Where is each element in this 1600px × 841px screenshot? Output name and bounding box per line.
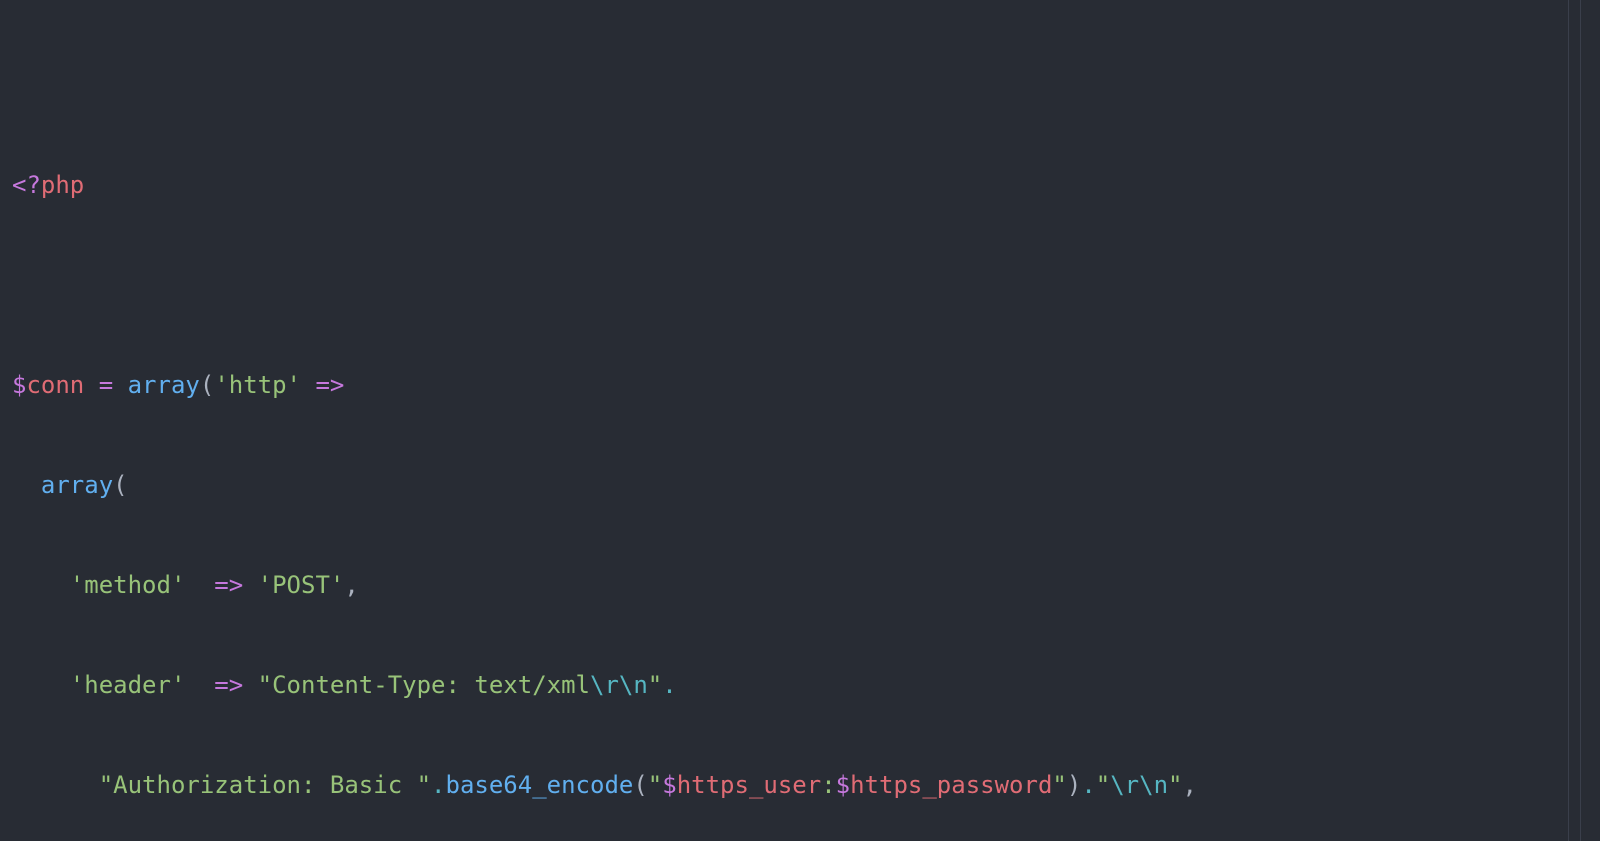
code-line: $conn = array('http' => — [12, 360, 1588, 410]
code-line: "Authorization: Basic ".base64_encode("$… — [12, 760, 1588, 810]
code-line: 'header' => "Content-Type: text/xml\r\n"… — [12, 660, 1588, 710]
variable: https_password — [850, 771, 1052, 799]
string: "Authorization: Basic " — [99, 771, 431, 799]
escape-sequence: \r\n — [590, 671, 648, 699]
code-line — [12, 260, 1588, 310]
string: 'http' — [214, 371, 301, 399]
function: base64_encode — [446, 771, 634, 799]
space — [243, 571, 257, 599]
code-line: <?php — [12, 160, 1588, 210]
variable: conn — [26, 371, 84, 399]
indent — [12, 771, 99, 799]
punctuation: , — [1182, 771, 1196, 799]
string: 'POST' — [258, 571, 345, 599]
operator-arrow: => — [301, 371, 344, 399]
punctuation: ( — [200, 371, 214, 399]
var-sigil: $ — [836, 771, 850, 799]
string: 'header' — [70, 671, 186, 699]
escape-sequence: \r\n — [1110, 771, 1168, 799]
string: " — [648, 671, 662, 699]
function: array — [41, 471, 113, 499]
string: "Content-Type: text/xml — [258, 671, 590, 699]
code-line: 'method' => 'POST', — [12, 560, 1588, 610]
indent — [12, 571, 70, 599]
string-quote: " — [648, 771, 662, 799]
php-open-tag: <? — [12, 171, 41, 199]
variable: https_user — [677, 771, 822, 799]
string-quote: " — [1052, 771, 1066, 799]
string-quote: " — [1096, 771, 1110, 799]
punctuation: ( — [113, 471, 127, 499]
string-quote: " — [1168, 771, 1182, 799]
operator-concat: . — [431, 771, 445, 799]
operator-arrow: => — [214, 571, 243, 599]
operator-concat: . — [662, 671, 676, 699]
string: 'method' — [70, 571, 186, 599]
punctuation: ) — [1067, 771, 1081, 799]
code-editor[interactable]: <?php $conn = array('http' => array( 'me… — [0, 0, 1600, 841]
var-sigil: $ — [662, 771, 676, 799]
operator-concat: . — [1081, 771, 1095, 799]
editor-ruler — [1580, 0, 1581, 841]
php-keyword: php — [41, 171, 84, 199]
function: array — [128, 371, 200, 399]
space — [185, 671, 214, 699]
punctuation: ( — [633, 771, 647, 799]
space — [243, 671, 257, 699]
space — [185, 571, 214, 599]
string: : — [821, 771, 835, 799]
var-sigil: $ — [12, 371, 26, 399]
indent — [12, 671, 70, 699]
editor-ruler — [1568, 0, 1569, 841]
punctuation: , — [344, 571, 358, 599]
indent — [12, 471, 41, 499]
operator-arrow: => — [214, 671, 243, 699]
operator-assign: = — [84, 371, 127, 399]
code-line: array( — [12, 460, 1588, 510]
